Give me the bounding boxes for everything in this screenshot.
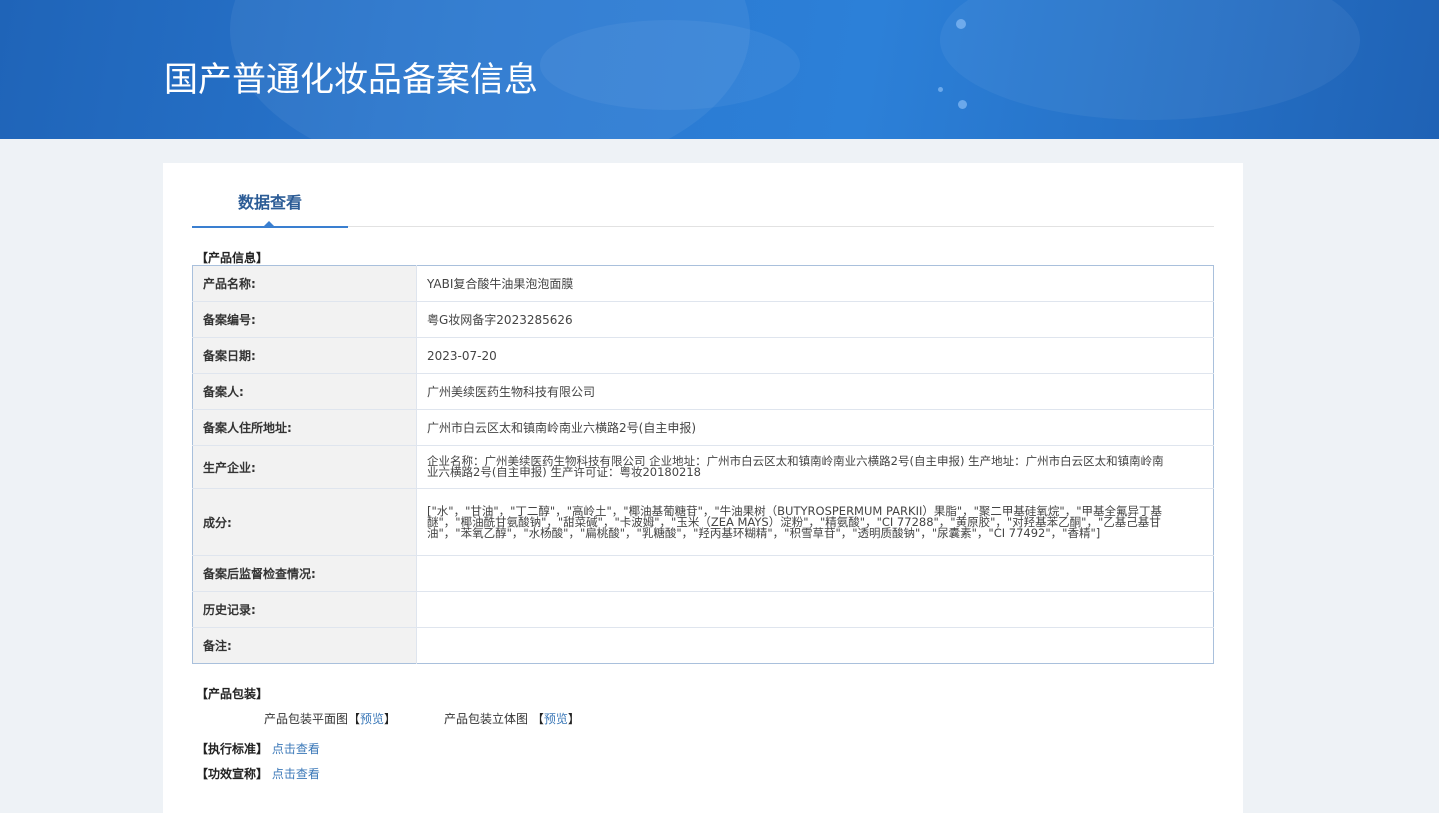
table-row: 备案人住所地址: 广州市白云区太和镇南岭南业六横路2号(自主申报) (192, 409, 1214, 446)
standard-view-link[interactable]: 点击查看 (272, 742, 320, 756)
banner-decoration (540, 20, 800, 110)
row-value-remarks (417, 628, 1214, 664)
row-label-manufacturer: 生产企业: (192, 445, 417, 489)
packaging-3d-preview-link[interactable]: 预览 (544, 712, 568, 726)
bracket-open: 【 (531, 712, 544, 726)
product-info-section-title: 【产品信息】 (196, 251, 269, 265)
row-value-filer: 广州美续医药生物科技有限公司 (416, 373, 1214, 410)
table-row: 历史记录: (192, 591, 1214, 628)
bracket-close: 】 (384, 712, 397, 726)
row-label-product-name: 产品名称: (192, 265, 417, 302)
efficacy-row: 【功效宣称】 点击查看 (196, 765, 320, 782)
banner-decoration (940, 0, 1360, 120)
row-value-filing-number: 粤G妆网备字2023285626 (416, 301, 1214, 338)
tab-active-indicator (192, 226, 348, 228)
page-title: 国产普通化妆品备案信息 (164, 60, 538, 100)
table-row: 备案日期: 2023-07-20 (192, 337, 1214, 374)
main-card: 数据查看 【产品信息】 产品名称: YABI复合酸牛油果泡泡面膜 备案编号: 粤… (163, 163, 1243, 813)
table-row: 成分: ["水"，"甘油"，"丁二醇"，"高岭土"，"椰油基葡糖苷"，"牛油果树… (192, 488, 1214, 556)
packaging-flat-label: 产品包装平面图 (264, 712, 349, 726)
row-value-filing-date: 2023-07-20 (416, 337, 1214, 374)
packaging-section-title: 【产品包装】 (196, 687, 269, 701)
table-row: 生产企业: 企业名称：广州美续医药生物科技有限公司 企业地址：广州市白云区太和镇… (192, 445, 1214, 489)
packaging-3d-label: 产品包装立体图 (444, 712, 532, 726)
row-label-filing-date: 备案日期: (192, 337, 417, 374)
row-value-history (416, 591, 1214, 628)
row-label-filing-number: 备案编号: (192, 301, 417, 338)
row-value-filer-address: 广州市白云区太和镇南岭南业六横路2号(自主申报) (416, 409, 1214, 446)
packaging-flat-item: 产品包装平面图【预览】 (264, 710, 396, 727)
standard-row: 【执行标准】 点击查看 (196, 740, 320, 757)
row-label-ingredients: 成分: (192, 488, 417, 556)
header-banner: 国产普通化妆品备案信息 (0, 0, 1439, 139)
banner-dot (938, 87, 943, 92)
packaging-flat-preview-link[interactable]: 预览 (360, 712, 384, 726)
bracket-close: 】 (567, 712, 580, 726)
table-row: 备案后监督检查情况: (192, 555, 1214, 592)
row-label-post-inspection: 备案后监督检查情况: (192, 555, 417, 592)
tab-label: 数据查看 (237, 193, 302, 212)
banner-dot (956, 19, 966, 29)
row-label-remarks: 备注: (192, 627, 417, 664)
product-info-table: 产品名称: YABI复合酸牛油果泡泡面膜 备案编号: 粤G妆网备字2023285… (192, 265, 1214, 664)
row-label-filer: 备案人: (192, 373, 417, 410)
row-value-product-name: YABI复合酸牛油果泡泡面膜 (416, 265, 1214, 302)
row-value-ingredients: ["水"，"甘油"，"丁二醇"，"高岭土"，"椰油基葡糖苷"，"牛油果树（BUT… (416, 488, 1214, 556)
table-row: 备案人: 广州美续医药生物科技有限公司 (192, 373, 1214, 410)
table-row: 产品名称: YABI复合酸牛油果泡泡面膜 (192, 265, 1214, 302)
row-value-post-inspection (416, 555, 1214, 592)
tab-bar: 数据查看 (192, 163, 1214, 228)
table-row: 备注: (192, 627, 1214, 664)
efficacy-label: 【功效宣称】 (196, 767, 269, 781)
tab-data-view[interactable]: 数据查看 (192, 163, 348, 228)
packaging-3d-item: 产品包装立体图 【预览】 (444, 710, 580, 727)
row-label-filer-address: 备案人住所地址: (192, 409, 417, 446)
row-value-manufacturer: 企业名称：广州美续医药生物科技有限公司 企业地址：广州市白云区太和镇南岭南业六横… (416, 445, 1214, 489)
banner-dot (958, 100, 967, 109)
efficacy-view-link[interactable]: 点击查看 (272, 767, 320, 781)
table-row: 备案编号: 粤G妆网备字2023285626 (192, 301, 1214, 338)
row-label-history: 历史记录: (192, 591, 417, 628)
caret-up-icon (264, 221, 274, 226)
standard-label: 【执行标准】 (196, 742, 269, 756)
bracket-open: 【 (348, 712, 361, 726)
